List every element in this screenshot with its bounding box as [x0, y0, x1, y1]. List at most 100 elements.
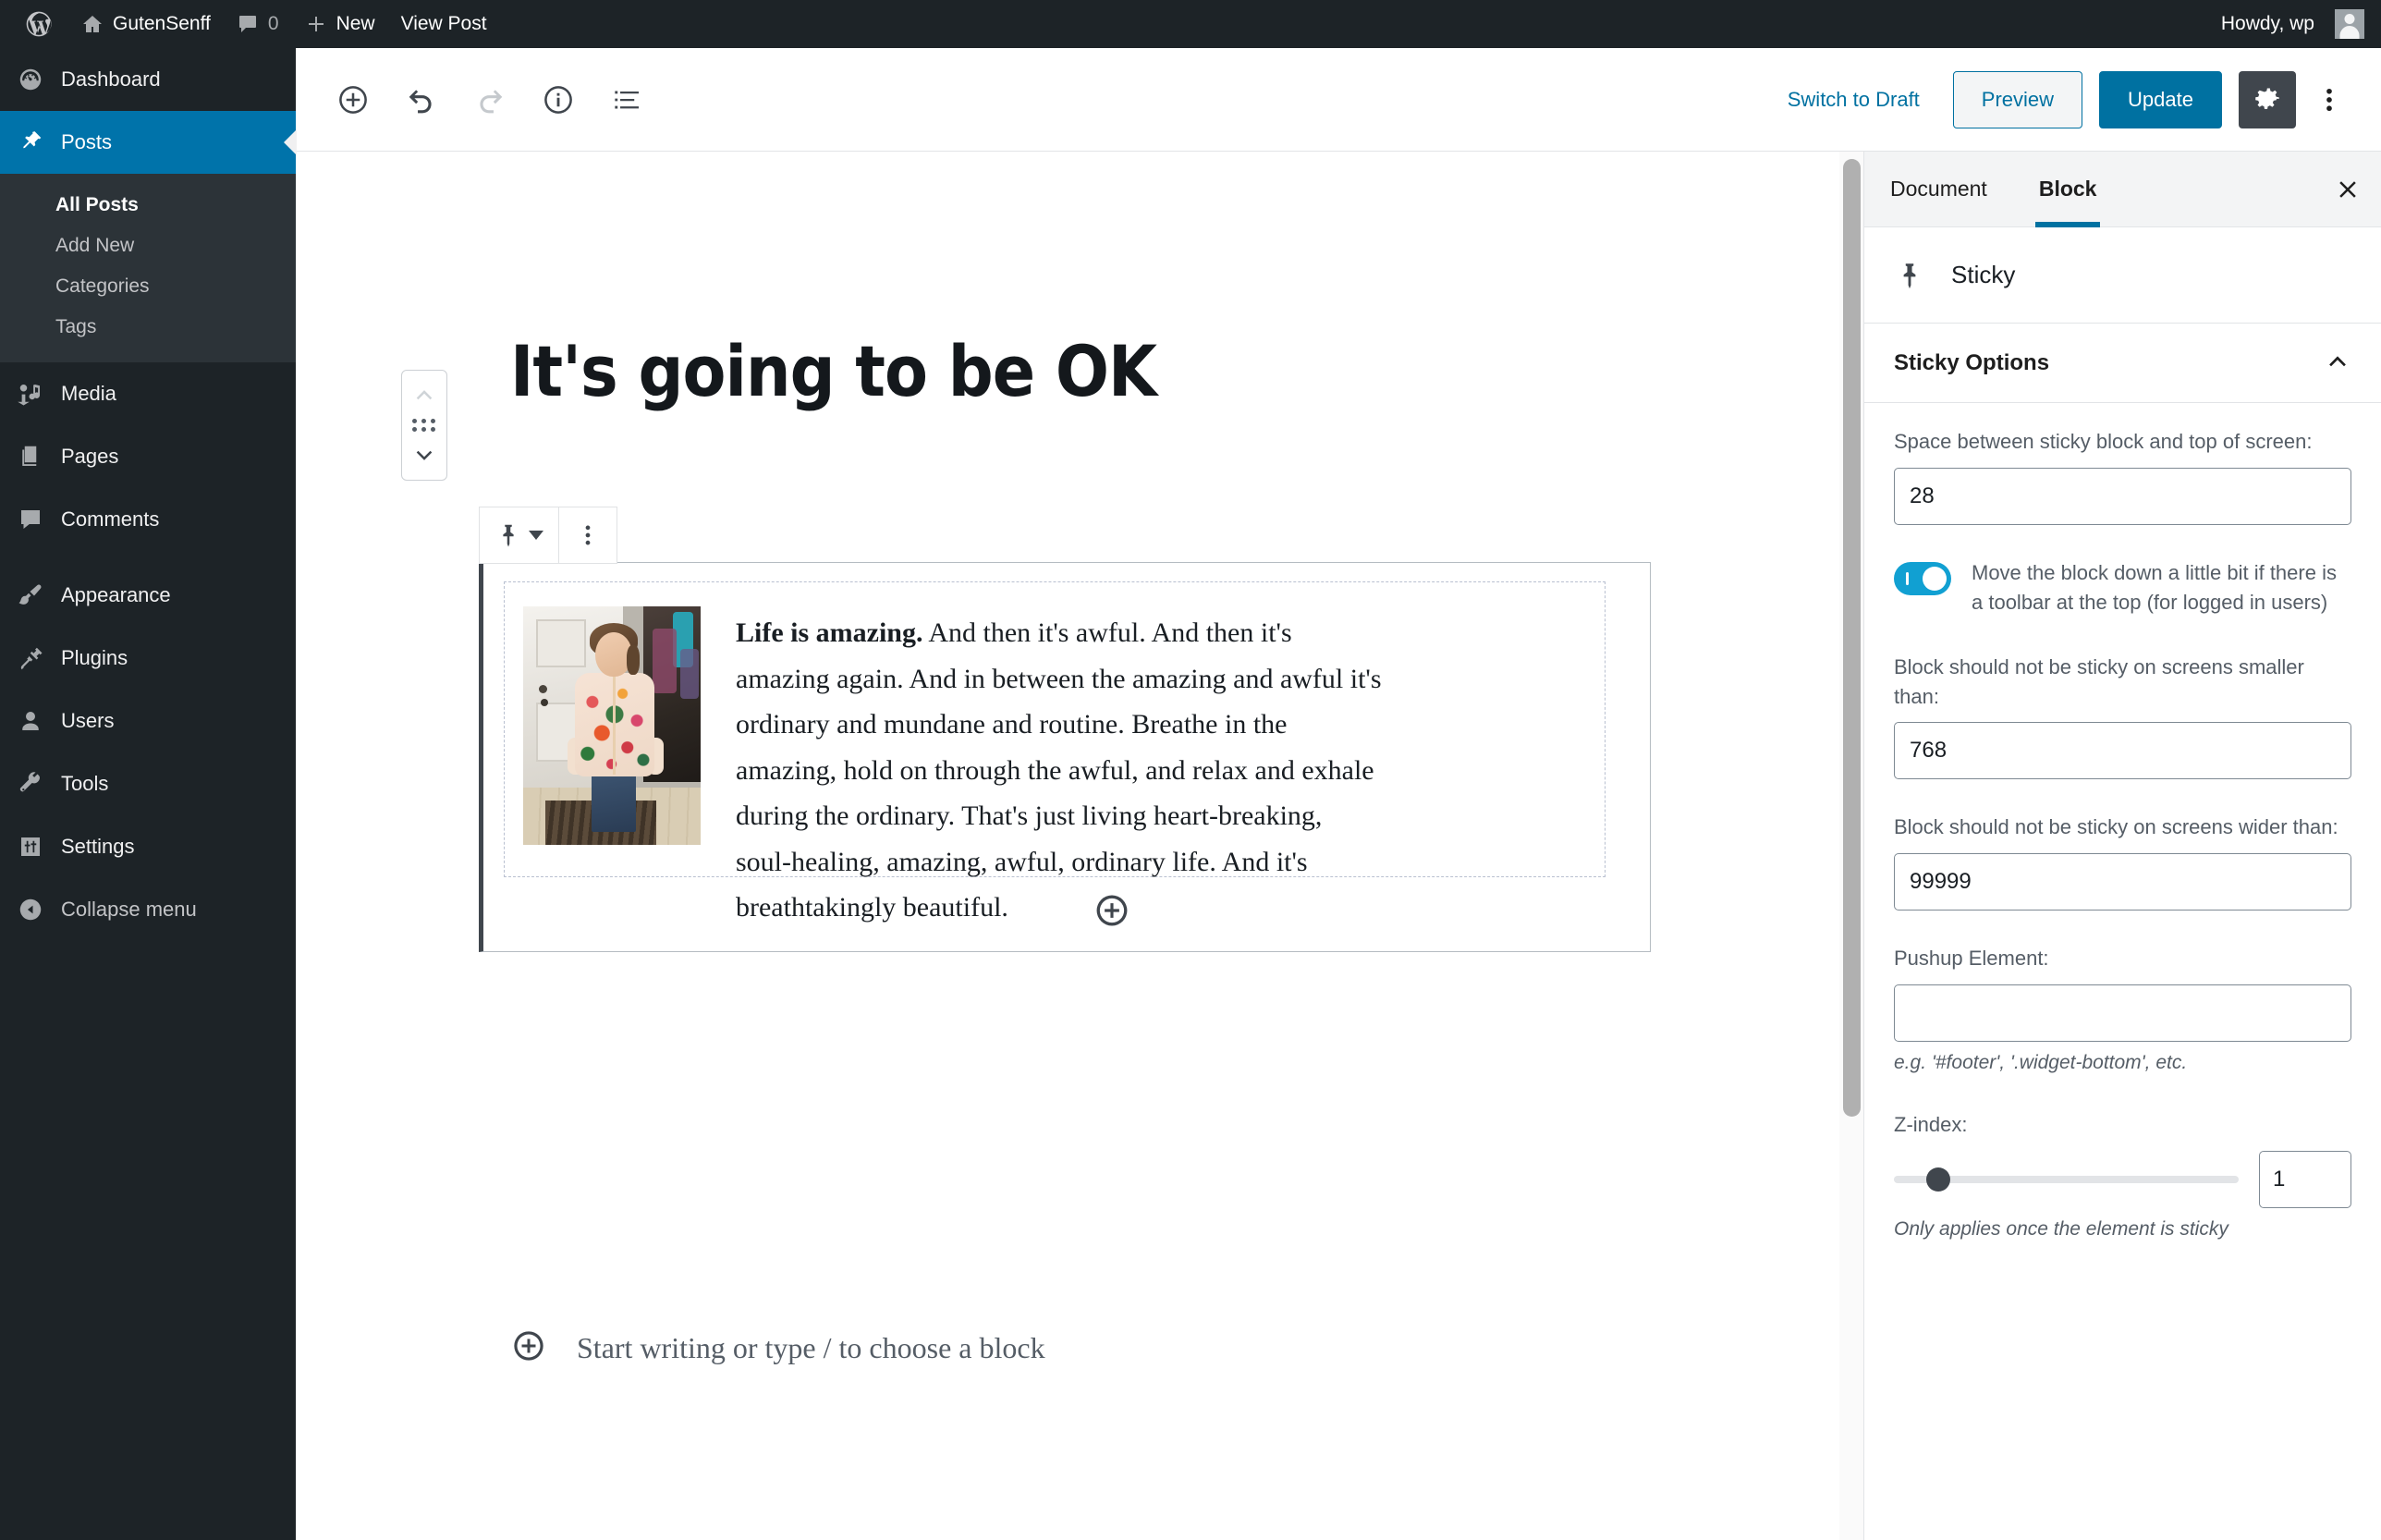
- chevron-down-icon: [529, 531, 543, 540]
- submenu-item-all-posts[interactable]: All Posts: [0, 185, 296, 226]
- close-settings-button[interactable]: [2314, 152, 2381, 226]
- submenu-item-add-new[interactable]: Add New: [0, 226, 296, 266]
- tab-document[interactable]: Document: [1864, 152, 2013, 226]
- toolbar-offset-toggle[interactable]: [1894, 561, 1951, 595]
- add-block-button[interactable]: [320, 67, 386, 133]
- pushup-element-input[interactable]: [1894, 984, 2351, 1043]
- photo-door-knob: [539, 685, 547, 693]
- preview-button[interactable]: Preview: [1952, 70, 2083, 128]
- pages-icon: [15, 443, 46, 471]
- paragraph-lead: Life is amazing.: [736, 617, 923, 648]
- sidebar-item-label: Posts: [61, 130, 113, 153]
- sidebar-item-label: Dashboard: [61, 67, 161, 91]
- sidebar-item-media[interactable]: Media: [0, 362, 296, 425]
- block-type-button[interactable]: [480, 507, 558, 563]
- sidebar-item-posts[interactable]: Posts: [0, 111, 296, 174]
- photo-clothing: [680, 649, 699, 699]
- sidebar-item-appearance[interactable]: Appearance: [0, 564, 296, 627]
- field-z-index: Z-index: Only applies once the element i…: [1894, 1110, 2351, 1242]
- add-block-inserter-icon[interactable]: [510, 1327, 547, 1369]
- inner-block-appender-button[interactable]: [1090, 888, 1134, 933]
- min-width-input[interactable]: [1894, 722, 2351, 780]
- z-index-input[interactable]: [2259, 1150, 2351, 1208]
- block-type-group: [480, 507, 559, 563]
- tab-block[interactable]: Block: [2013, 152, 2123, 227]
- wordpress-logo-icon[interactable]: [9, 0, 68, 48]
- z-index-help: Only applies once the element is sticky: [1894, 1217, 2228, 1240]
- sidebar-item-pages[interactable]: Pages: [0, 425, 296, 488]
- collapse-left-icon: [15, 896, 46, 923]
- switch-to-draft-button[interactable]: Switch to Draft: [1764, 88, 1944, 112]
- photo-subject-legs: [592, 771, 636, 832]
- admin-bar-left: GutenSenff 0 New View Post: [0, 0, 500, 48]
- sidebar-tabs: Document Block: [1864, 152, 2381, 227]
- post-image[interactable]: [523, 606, 701, 845]
- default-block-appender[interactable]: Start writing or type / to choose a bloc…: [510, 1327, 1045, 1369]
- pin-icon: [1894, 260, 1925, 291]
- sidebar-item-tools[interactable]: Tools: [0, 752, 296, 815]
- post-paragraph[interactable]: Life is amazing. And then it's awful. An…: [736, 610, 1383, 931]
- admin-bar-account[interactable]: Howdy, wp: [2208, 0, 2364, 48]
- post-title[interactable]: It's going to be OK: [510, 333, 1712, 410]
- update-button[interactable]: Update: [2099, 70, 2222, 128]
- block-card: Sticky: [1864, 227, 2381, 324]
- sidebar-item-label: Appearance: [61, 583, 171, 606]
- pin-icon: [495, 521, 522, 549]
- move-block-up-button[interactable]: [403, 378, 446, 411]
- admin-bar-site[interactable]: GutenSenff: [68, 0, 224, 48]
- sidebar-item-label: Pages: [61, 445, 119, 468]
- sidebar-item-comments[interactable]: Comments: [0, 488, 296, 551]
- sidebar-item-settings[interactable]: Settings: [0, 815, 296, 878]
- default-appender-placeholder[interactable]: Start writing or type / to choose a bloc…: [577, 1331, 1045, 1365]
- sidebar-item-label: Media: [61, 382, 116, 405]
- photo-clothing: [653, 629, 677, 693]
- submenu-item-tags[interactable]: Tags: [0, 307, 296, 348]
- z-index-slider-thumb[interactable]: [1926, 1167, 1951, 1192]
- media-icon: [15, 380, 46, 408]
- photo-subject-zipper: [613, 675, 616, 775]
- pushup-element-label: Pushup Element:: [1894, 947, 2049, 971]
- undo-button[interactable]: [388, 67, 455, 133]
- canvas-scrollbar-thumb[interactable]: [1843, 159, 1861, 1117]
- redo-button[interactable]: [457, 67, 523, 133]
- z-index-slider[interactable]: [1894, 1167, 2239, 1192]
- settings-sidebar: Document Block Sticky Sticky Options Spa…: [1863, 152, 2381, 1540]
- editor-header: Switch to Draft Preview Update: [296, 48, 2381, 152]
- admin-bar-view-post[interactable]: View Post: [388, 0, 500, 48]
- editor-canvas: It's going to be OK Life is amazing. And…: [296, 152, 1850, 1540]
- toolbar-offset-toggle-label: Move the block down a little bit if ther…: [1972, 560, 2337, 614]
- sticky-block[interactable]: Life is amazing. And then it's awful. An…: [479, 507, 1651, 952]
- pin-icon: [15, 128, 46, 156]
- comment-count-label: 0: [267, 13, 279, 34]
- sidebar-item-label: Users: [61, 709, 115, 732]
- sidebar-item-plugins[interactable]: Plugins: [0, 627, 296, 690]
- submenu-item-categories[interactable]: Categories: [0, 266, 296, 307]
- admin-bar-comments[interactable]: 0: [224, 0, 292, 48]
- sticky-block-frame: Life is amazing. And then it's awful. An…: [479, 562, 1651, 952]
- pushup-element-help: e.g. '#footer', '.widget-bottom', etc.: [1894, 1052, 2188, 1074]
- admin-bar-new[interactable]: New: [292, 0, 388, 48]
- admin-bar-right: Howdy, wp: [2208, 0, 2381, 48]
- sliders-icon: [15, 833, 46, 861]
- sticky-options-panel-header[interactable]: Sticky Options: [1864, 324, 2381, 403]
- dashboard-icon: [15, 66, 46, 93]
- block-navigation-button[interactable]: [593, 67, 660, 133]
- collapse-menu-label: Collapse menu: [61, 898, 197, 921]
- collapse-menu-button[interactable]: Collapse menu: [0, 878, 296, 941]
- space-top-input[interactable]: [1894, 467, 2351, 525]
- sidebar-item-dashboard[interactable]: Dashboard: [0, 48, 296, 111]
- move-block-down-button[interactable]: [403, 439, 446, 472]
- space-top-label: Space between sticky block and top of sc…: [1894, 430, 2313, 453]
- inner-blocks-container: Life is amazing. And then it's awful. An…: [504, 581, 1606, 923]
- settings-gear-button[interactable]: [2239, 70, 2296, 128]
- block-card-title: Sticky: [1951, 261, 2016, 288]
- sidebar-item-users[interactable]: Users: [0, 690, 296, 752]
- field-min-width: Block should not be sticky on screens sm…: [1894, 653, 2351, 780]
- max-width-input[interactable]: [1894, 853, 2351, 911]
- block-more-options-button[interactable]: [559, 507, 617, 563]
- sidebar-item-label: Comments: [61, 507, 160, 531]
- max-width-label: Block should not be sticky on screens wi…: [1894, 815, 2338, 839]
- more-options-button[interactable]: [2302, 71, 2357, 128]
- drag-handle-icon[interactable]: [412, 419, 436, 432]
- content-info-button[interactable]: [525, 67, 592, 133]
